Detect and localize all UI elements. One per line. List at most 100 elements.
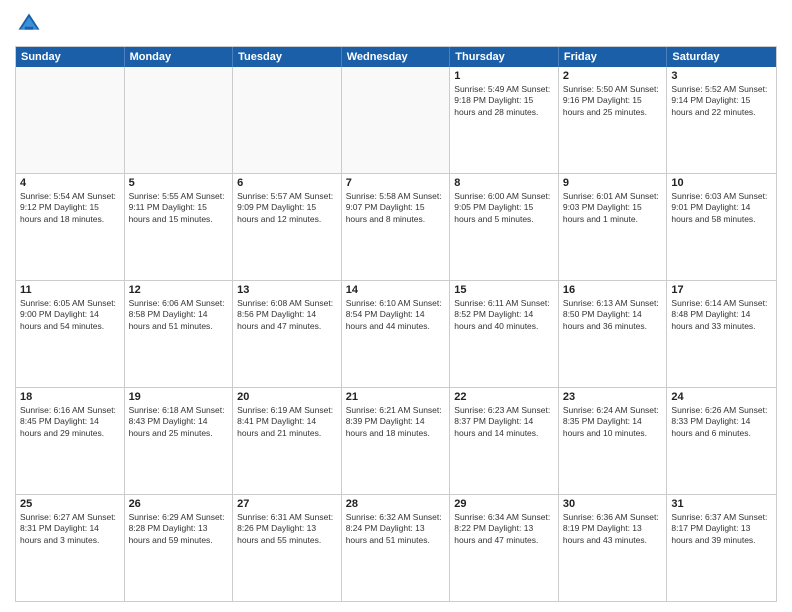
weekday-header: Thursday bbox=[450, 47, 559, 67]
weekday-header: Tuesday bbox=[233, 47, 342, 67]
calendar-cell: 27 Sunrise: 6:31 AM Sunset: 8:26 PM Dayli… bbox=[233, 495, 342, 601]
logo bbox=[15, 10, 47, 38]
day-number: 24 bbox=[671, 391, 772, 403]
calendar-cell: 3 Sunrise: 5:52 AM Sunset: 9:14 PM Daylig… bbox=[667, 67, 776, 173]
cell-daylight-info: Sunrise: 5:52 AM Sunset: 9:14 PM Dayligh… bbox=[671, 84, 772, 118]
calendar-cell: 20Sunrise: 6:19 AM Sunset: 8:41 PM Dayli… bbox=[233, 388, 342, 494]
day-number: 11 bbox=[20, 284, 120, 296]
day-number: 6 bbox=[237, 177, 337, 189]
day-number: 3 bbox=[671, 70, 772, 82]
cell-daylight-info: Sunrise: 6:19 AM Sunset: 8:41 PM Dayligh… bbox=[237, 405, 337, 439]
page-header bbox=[15, 10, 777, 38]
cell-daylight-info: Sunrise: 6:03 AM Sunset: 9:01 PM Dayligh… bbox=[671, 191, 772, 225]
cell-daylight-info: Sunrise: 6:16 AM Sunset: 8:45 PM Dayligh… bbox=[20, 405, 120, 439]
calendar-cell: 22 Sunrise: 6:23 AM Sunset: 8:37 PM Dayli… bbox=[450, 388, 559, 494]
cell-daylight-info: Sunrise: 5:54 AM Sunset: 9:12 PM Dayligh… bbox=[20, 191, 120, 225]
cell-daylight-info: Sunrise: 6:24 AM Sunset: 8:35 PM Dayligh… bbox=[563, 405, 663, 439]
day-number: 23 bbox=[563, 391, 663, 403]
calendar-cell: 17 Sunrise: 6:14 AM Sunset: 8:48 PM Dayli… bbox=[667, 281, 776, 387]
weekday-header: Sunday bbox=[16, 47, 125, 67]
cell-daylight-info: Sunrise: 5:57 AM Sunset: 9:09 PM Dayligh… bbox=[237, 191, 337, 225]
cell-daylight-info: Sunrise: 6:21 AM Sunset: 8:39 PM Dayligh… bbox=[346, 405, 446, 439]
day-number: 27 bbox=[237, 498, 337, 510]
day-number: 7 bbox=[346, 177, 446, 189]
day-number: 25 bbox=[20, 498, 120, 510]
cell-daylight-info: Sunrise: 6:34 AM Sunset: 8:22 PM Dayligh… bbox=[454, 512, 554, 546]
logo-icon bbox=[15, 10, 43, 38]
calendar-cell: 30 Sunrise: 6:36 AM Sunset: 8:19 PM Dayli… bbox=[559, 495, 668, 601]
calendar-cell: 2 Sunrise: 5:50 AM Sunset: 9:16 PM Daylig… bbox=[559, 67, 668, 173]
cell-daylight-info: Sunrise: 6:23 AM Sunset: 8:37 PM Dayligh… bbox=[454, 405, 554, 439]
calendar-row: 4Sunrise: 5:54 AM Sunset: 9:12 PM Daylig… bbox=[16, 173, 776, 280]
calendar-cell: 29 Sunrise: 6:34 AM Sunset: 8:22 PM Dayli… bbox=[450, 495, 559, 601]
cell-daylight-info: Sunrise: 6:05 AM Sunset: 9:00 PM Dayligh… bbox=[20, 298, 120, 332]
day-number: 17 bbox=[671, 284, 772, 296]
day-number: 1 bbox=[454, 70, 554, 82]
cell-daylight-info: Sunrise: 6:08 AM Sunset: 8:56 PM Dayligh… bbox=[237, 298, 337, 332]
day-number: 12 bbox=[129, 284, 229, 296]
calendar-row: 18 Sunrise: 6:16 AM Sunset: 8:45 PM Dayli… bbox=[16, 387, 776, 494]
day-number: 8 bbox=[454, 177, 554, 189]
day-number: 29 bbox=[454, 498, 554, 510]
empty-cell bbox=[233, 67, 342, 173]
day-number: 10 bbox=[671, 177, 772, 189]
calendar-cell: 14Sunrise: 6:10 AM Sunset: 8:54 PM Dayli… bbox=[342, 281, 451, 387]
day-number: 2 bbox=[563, 70, 663, 82]
cell-daylight-info: Sunrise: 6:18 AM Sunset: 8:43 PM Dayligh… bbox=[129, 405, 229, 439]
cell-daylight-info: Sunrise: 6:27 AM Sunset: 8:31 PM Dayligh… bbox=[20, 512, 120, 546]
cell-daylight-info: Sunrise: 6:31 AM Sunset: 8:26 PM Dayligh… bbox=[237, 512, 337, 546]
calendar-cell: 15Sunrise: 6:11 AM Sunset: 8:52 PM Dayli… bbox=[450, 281, 559, 387]
calendar-cell: 9Sunrise: 6:01 AM Sunset: 9:03 PM Daylig… bbox=[559, 174, 668, 280]
day-number: 18 bbox=[20, 391, 120, 403]
calendar-cell: 24 Sunrise: 6:26 AM Sunset: 8:33 PM Dayli… bbox=[667, 388, 776, 494]
weekday-header: Wednesday bbox=[342, 47, 451, 67]
calendar-cell: 8 Sunrise: 6:00 AM Sunset: 9:05 PM Daylig… bbox=[450, 174, 559, 280]
cell-daylight-info: Sunrise: 6:06 AM Sunset: 8:58 PM Dayligh… bbox=[129, 298, 229, 332]
weekday-header: Friday bbox=[559, 47, 668, 67]
cell-daylight-info: Sunrise: 6:37 AM Sunset: 8:17 PM Dayligh… bbox=[671, 512, 772, 546]
calendar-cell: 6 Sunrise: 5:57 AM Sunset: 9:09 PM Daylig… bbox=[233, 174, 342, 280]
weekday-header: Saturday bbox=[667, 47, 776, 67]
calendar-row: 25 Sunrise: 6:27 AM Sunset: 8:31 PM Dayli… bbox=[16, 494, 776, 601]
calendar-cell: 1 Sunrise: 5:49 AM Sunset: 9:18 PM Daylig… bbox=[450, 67, 559, 173]
empty-cell bbox=[342, 67, 451, 173]
calendar-row: 1 Sunrise: 5:49 AM Sunset: 9:18 PM Daylig… bbox=[16, 67, 776, 173]
day-number: 9 bbox=[563, 177, 663, 189]
day-number: 16 bbox=[563, 284, 663, 296]
cell-daylight-info: Sunrise: 6:00 AM Sunset: 9:05 PM Dayligh… bbox=[454, 191, 554, 225]
calendar-header: SundayMondayTuesdayWednesdayThursdayFrid… bbox=[16, 47, 776, 67]
cell-daylight-info: Sunrise: 6:29 AM Sunset: 8:28 PM Dayligh… bbox=[129, 512, 229, 546]
empty-cell bbox=[125, 67, 234, 173]
empty-cell bbox=[16, 67, 125, 173]
calendar-cell: 18 Sunrise: 6:16 AM Sunset: 8:45 PM Dayli… bbox=[16, 388, 125, 494]
calendar: SundayMondayTuesdayWednesdayThursdayFrid… bbox=[15, 46, 777, 602]
calendar-body: 1 Sunrise: 5:49 AM Sunset: 9:18 PM Daylig… bbox=[16, 67, 776, 601]
calendar-cell: 25 Sunrise: 6:27 AM Sunset: 8:31 PM Dayli… bbox=[16, 495, 125, 601]
cell-daylight-info: Sunrise: 6:26 AM Sunset: 8:33 PM Dayligh… bbox=[671, 405, 772, 439]
calendar-row: 11 Sunrise: 6:05 AM Sunset: 9:00 PM Dayli… bbox=[16, 280, 776, 387]
weekday-header: Monday bbox=[125, 47, 234, 67]
calendar-cell: 21 Sunrise: 6:21 AM Sunset: 8:39 PM Dayli… bbox=[342, 388, 451, 494]
cell-daylight-info: Sunrise: 5:49 AM Sunset: 9:18 PM Dayligh… bbox=[454, 84, 554, 118]
day-number: 19 bbox=[129, 391, 229, 403]
cell-daylight-info: Sunrise: 5:55 AM Sunset: 9:11 PM Dayligh… bbox=[129, 191, 229, 225]
calendar-cell: 31Sunrise: 6:37 AM Sunset: 8:17 PM Dayli… bbox=[667, 495, 776, 601]
day-number: 26 bbox=[129, 498, 229, 510]
cell-daylight-info: Sunrise: 6:13 AM Sunset: 8:50 PM Dayligh… bbox=[563, 298, 663, 332]
calendar-cell: 12 Sunrise: 6:06 AM Sunset: 8:58 PM Dayli… bbox=[125, 281, 234, 387]
day-number: 30 bbox=[563, 498, 663, 510]
calendar-cell: 10 Sunrise: 6:03 AM Sunset: 9:01 PM Dayli… bbox=[667, 174, 776, 280]
cell-daylight-info: Sunrise: 5:50 AM Sunset: 9:16 PM Dayligh… bbox=[563, 84, 663, 118]
cell-daylight-info: Sunrise: 6:36 AM Sunset: 8:19 PM Dayligh… bbox=[563, 512, 663, 546]
day-number: 21 bbox=[346, 391, 446, 403]
day-number: 13 bbox=[237, 284, 337, 296]
day-number: 22 bbox=[454, 391, 554, 403]
calendar-cell: 19 Sunrise: 6:18 AM Sunset: 8:43 PM Dayli… bbox=[125, 388, 234, 494]
calendar-cell: 4Sunrise: 5:54 AM Sunset: 9:12 PM Daylig… bbox=[16, 174, 125, 280]
cell-daylight-info: Sunrise: 6:14 AM Sunset: 8:48 PM Dayligh… bbox=[671, 298, 772, 332]
calendar-cell: 16 Sunrise: 6:13 AM Sunset: 8:50 PM Dayli… bbox=[559, 281, 668, 387]
day-number: 28 bbox=[346, 498, 446, 510]
calendar-cell: 23 Sunrise: 6:24 AM Sunset: 8:35 PM Dayli… bbox=[559, 388, 668, 494]
cell-daylight-info: Sunrise: 6:11 AM Sunset: 8:52 PM Dayligh… bbox=[454, 298, 554, 332]
cell-daylight-info: Sunrise: 6:10 AM Sunset: 8:54 PM Dayligh… bbox=[346, 298, 446, 332]
